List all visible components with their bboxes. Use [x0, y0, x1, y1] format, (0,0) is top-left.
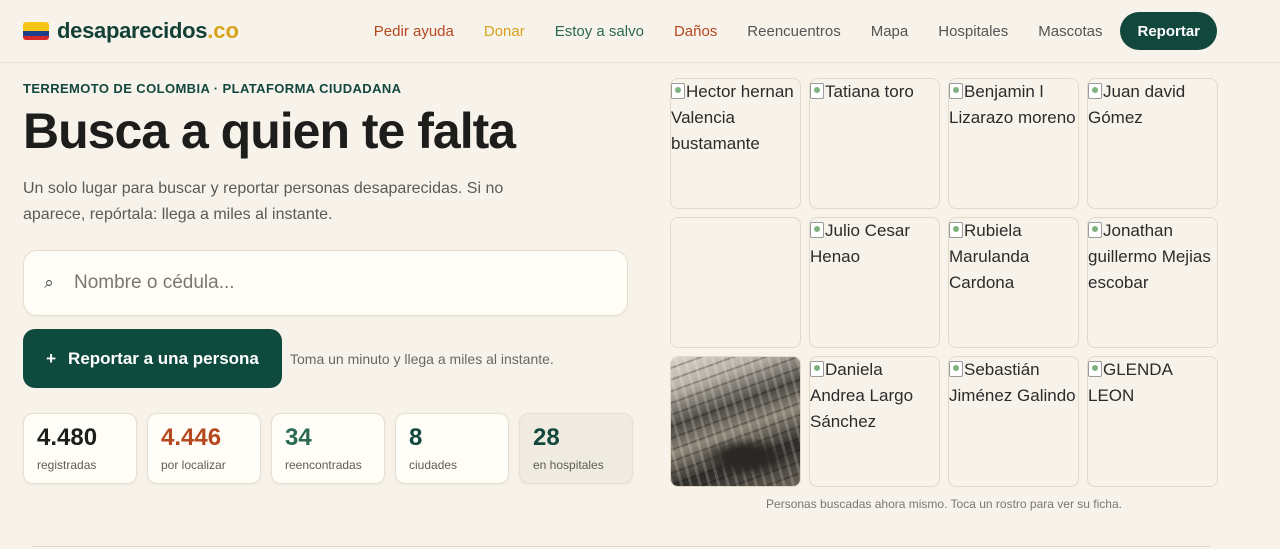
person-card[interactable]: GLENDA LEON	[1087, 356, 1218, 487]
brand-logo[interactable]: desaparecidos.co	[23, 16, 239, 46]
page-title: Busca a quien te falta	[23, 103, 516, 159]
person-name: Jonathan guillermo Mejias escobar	[1088, 221, 1211, 292]
broken-image-icon	[1088, 361, 1102, 377]
person-card-photo[interactable]	[670, 356, 801, 487]
stat-to-locate: 4.446 por localizar	[147, 413, 261, 484]
person-name: Juan david Gómez	[1088, 82, 1186, 127]
broken-image-icon	[810, 361, 824, 377]
nav-hospitales[interactable]: Hospitales	[938, 23, 1008, 40]
search-input[interactable]	[74, 251, 627, 315]
hero-eyebrow: TERREMOTO DE COLOMBIA · PLATAFORMA CIUDA…	[23, 81, 402, 96]
nav-pedir-ayuda[interactable]: Pedir ayuda	[374, 23, 454, 40]
report-note: Toma un minuto y llega a miles al instan…	[290, 351, 554, 367]
person-card[interactable]: Benjamin l Lizarazo moreno	[948, 78, 1079, 209]
nav-mascotas[interactable]: Mascotas	[1038, 23, 1102, 40]
stat-value: 4.446	[161, 424, 222, 451]
stat-value: 4.480	[37, 424, 98, 451]
nav-donar[interactable]: Donar	[484, 23, 525, 40]
broken-image-icon	[1088, 222, 1102, 238]
broken-image-icon	[810, 83, 824, 99]
stat-label: reencontradas	[285, 458, 362, 472]
stat-value: 34	[285, 424, 312, 451]
person-name: Julio Cesar Henao	[810, 221, 911, 266]
grid-caption: Personas buscadas ahora mismo. Toca un r…	[766, 497, 1122, 511]
person-card[interactable]: Hector hernan Valencia bustamante	[670, 78, 801, 209]
main-nav: Pedir ayuda Donar Estoy a salvo Daños Re…	[344, 12, 1217, 50]
stat-label: por localizar	[161, 458, 226, 472]
colombia-flag-icon	[23, 22, 49, 40]
broken-image-icon	[949, 361, 963, 377]
plus-icon: +	[46, 348, 57, 368]
stat-label: en hospitales	[533, 458, 604, 472]
stat-registered: 4.480 registradas	[23, 413, 137, 484]
person-card[interactable]: Jonathan guillermo Mejias escobar	[1087, 217, 1218, 348]
search-icon: ⌕	[44, 273, 54, 292]
person-card[interactable]: Rubiela Marulanda Cardona	[948, 217, 1079, 348]
nav-danos[interactable]: Daños	[674, 23, 717, 40]
person-card[interactable]: Juan david Gómez	[1087, 78, 1218, 209]
broken-image-icon	[949, 83, 963, 99]
stats-row: 4.480 registradas 4.446 por localizar 34…	[23, 413, 633, 484]
broken-image-icon	[949, 222, 963, 238]
stat-cities: 8 ciudades	[395, 413, 509, 484]
stat-value: 8	[409, 424, 423, 451]
report-person-button[interactable]: + Reportar a una persona	[23, 329, 282, 388]
person-name: Daniela Andrea Largo Sánchez	[810, 360, 914, 431]
person-name: Tatiana toro	[825, 82, 914, 101]
stat-label: ciudades	[409, 458, 458, 472]
person-card[interactable]: Julio Cesar Henao	[809, 217, 940, 348]
person-card[interactable]: Sebastián Jiménez Galindo	[948, 356, 1079, 487]
report-nav-button[interactable]: Reportar	[1120, 12, 1217, 50]
person-card[interactable]: Tatiana toro	[809, 78, 940, 209]
report-person-label: Reportar a una persona	[68, 348, 259, 368]
brand-tld: .co	[207, 18, 239, 43]
stat-value: 28	[533, 424, 560, 451]
person-name: Sebastián Jiménez Galindo	[949, 360, 1076, 405]
hero-subtitle: Un solo lugar para buscar y reportar per…	[23, 180, 504, 223]
broken-image-icon	[810, 222, 824, 238]
person-name: Benjamin l Lizarazo moreno	[949, 82, 1076, 127]
nav-reencuentros[interactable]: Reencuentros	[747, 23, 840, 40]
nav-estoy-a-salvo[interactable]: Estoy a salvo	[555, 23, 644, 40]
stat-hospitals: 28 en hospitales	[519, 413, 633, 484]
person-name: Hector hernan Valencia bustamante	[671, 82, 794, 153]
stat-label: registradas	[37, 458, 97, 472]
stat-reunited: 34 reencontradas	[271, 413, 385, 484]
brand-name: desaparecidos	[57, 18, 208, 43]
person-card[interactable]: Daniela Andrea Largo Sánchez	[809, 356, 940, 487]
missing-people-grid: Hector hernan Valencia bustamante Tatian…	[670, 78, 1218, 487]
broken-image-icon	[1088, 83, 1102, 99]
search-box: ⌕	[23, 250, 628, 316]
rubble-photo	[671, 357, 800, 486]
broken-image-icon	[671, 83, 685, 99]
top-bar: desaparecidos.co Pedir ayuda Donar Estoy…	[0, 0, 1280, 63]
person-card-empty[interactable]	[670, 217, 801, 348]
nav-mapa[interactable]: Mapa	[871, 23, 909, 40]
